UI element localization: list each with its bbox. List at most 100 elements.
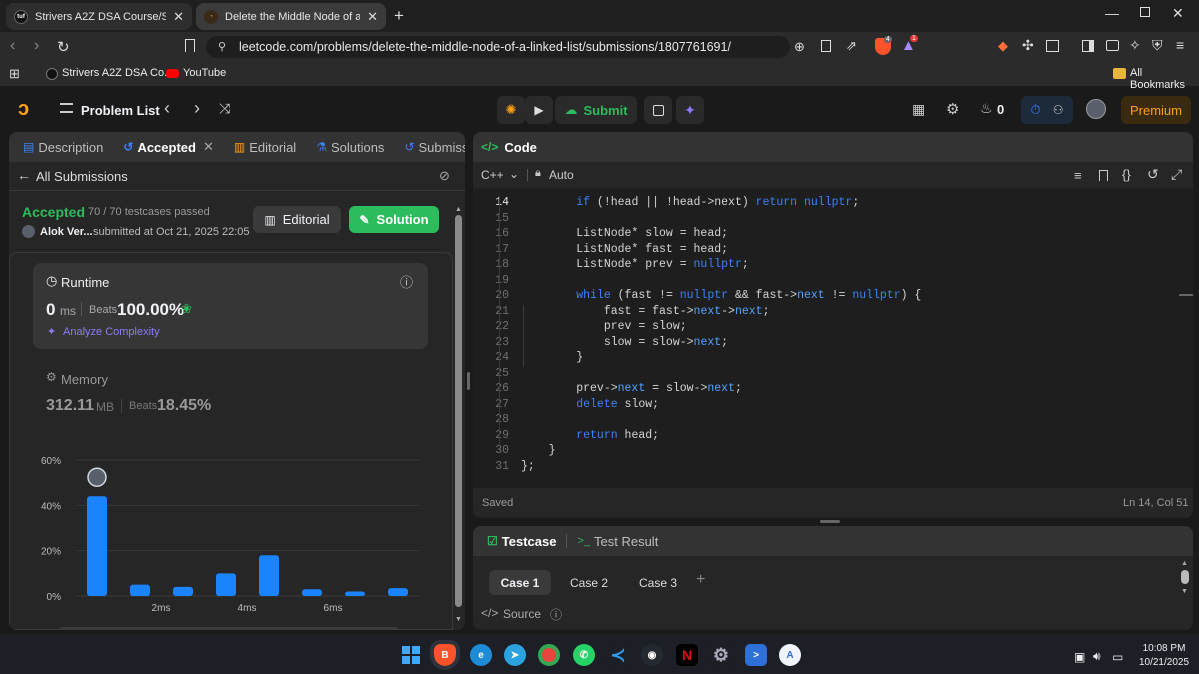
share-icon[interactable]: ⇗ — [846, 38, 857, 54]
info-icon[interactable]: ⓘ — [400, 272, 413, 291]
case-3-button[interactable]: Case 3 — [627, 570, 689, 595]
brave-taskbar-icon[interactable]: B — [430, 640, 460, 670]
settings-icon[interactable]: ⚙ — [946, 100, 959, 118]
volume-icon[interactable]: 🔊︎ — [1093, 649, 1101, 664]
case-1-button[interactable]: Case 1 — [489, 570, 551, 595]
sidebar-icon[interactable] — [1082, 40, 1094, 52]
ai-button[interactable]: ✦ — [676, 96, 704, 124]
tab-description[interactable]: ▤ Description — [19, 140, 107, 155]
close-tab-icon[interactable]: ✕ — [203, 139, 214, 155]
tab-submissions[interactable]: ↺Submissions — [400, 140, 465, 155]
layout-icon[interactable]: ▦ — [912, 101, 925, 118]
problem-list-link[interactable]: Problem List — [81, 103, 160, 118]
code-editor[interactable]: ▔▔▔▔▔▔ ▔▔▔▔▔▔▔▔▔▔▔▔▔▔▔ 14 15 16 17 18 19 20 21 2… — [473, 188, 1193, 488]
telegram-taskbar-icon[interactable]: ➤ — [504, 644, 526, 666]
url-field[interactable]: ⚲ leetcode.com/problems/delete-the-middl… — [206, 36, 790, 58]
apps-grid-icon[interactable]: ⊞ — [9, 66, 20, 82]
scrollbar[interactable]: ▲ ▼ — [455, 206, 462, 626]
back-icon[interactable]: ‹ — [10, 37, 15, 55]
debug-button[interactable]: ✺ — [497, 96, 525, 124]
scroll-up-icon[interactable]: ▲ — [455, 206, 462, 213]
prev-problem-icon[interactable]: ‹ — [164, 98, 170, 119]
avatar[interactable] — [1086, 99, 1106, 119]
tab-accepted[interactable]: ↺ Accepted ✕ — [119, 139, 218, 155]
whatsapp-taskbar-icon[interactable]: ✆ — [573, 644, 595, 666]
browser-tab-leetcode[interactable]: ◔ Delete the Middle Node of a Lin ✕ — [196, 3, 386, 30]
forward-icon[interactable]: › — [34, 37, 39, 55]
scrollbar-thumb[interactable] — [1181, 570, 1189, 584]
tab-editorial[interactable]: ▥ Editorial — [230, 140, 300, 155]
add-friend-icon[interactable]: ⚇ — [1053, 103, 1064, 117]
analyze-complexity-link[interactable]: Analyze Complexity — [63, 326, 160, 338]
runtime-card[interactable]: ◷ Runtime ⓘ 0 ms Beats 100.00% ❀ ✦ Analy… — [33, 263, 428, 349]
back-arrow-icon[interactable]: ← — [17, 167, 31, 183]
settings-taskbar-icon[interactable]: ⚙ — [710, 644, 732, 666]
leetcode-logo-icon[interactable]: ↄ — [18, 98, 29, 121]
wallet-icon[interactable] — [1106, 40, 1119, 51]
tab-solutions[interactable]: ⚗ Solutions — [312, 140, 388, 155]
next-problem-icon[interactable]: › — [194, 98, 200, 119]
scrollbar[interactable]: ▲ ▼ — [1181, 560, 1189, 630]
network-icon[interactable]: ▣ — [1074, 650, 1085, 664]
app-taskbar-icon[interactable]: A — [779, 644, 801, 666]
edge-taskbar-icon[interactable]: e — [470, 644, 492, 666]
extension-fox-icon[interactable]: ◆ — [998, 38, 1008, 54]
new-tab-icon[interactable]: + — [394, 6, 404, 26]
panel-resize-handle[interactable] — [820, 520, 840, 523]
site-info-icon[interactable]: ⚲ — [218, 40, 226, 53]
scrollbar-thumb[interactable] — [455, 215, 462, 607]
solution-button[interactable]: ✎ Solution — [349, 206, 439, 233]
all-submissions-link[interactable]: All Submissions — [36, 169, 128, 184]
chevron-down-icon[interactable]: ⌄ — [509, 167, 519, 181]
chrome-taskbar-icon[interactable] — [538, 644, 560, 666]
tab-testcase[interactable]: ☑ Testcase — [483, 534, 560, 549]
tab-test-result[interactable]: >_ Test Result — [573, 534, 662, 549]
username[interactable]: Alok Ver... — [40, 226, 93, 238]
clock-time[interactable]: 10:08 PM — [1138, 643, 1190, 654]
leo-ai-icon[interactable]: ✧ — [1129, 37, 1141, 54]
minimize-icon[interactable]: — — [1105, 5, 1119, 21]
premium-button[interactable]: Premium — [1121, 96, 1191, 124]
extensions-icon[interactable]: ✣ — [1022, 37, 1034, 54]
vscode-taskbar-icon[interactable]: ≺ — [607, 644, 629, 666]
bookmark-icon[interactable] — [1099, 170, 1108, 181]
battery-icon[interactable]: ▭ — [1112, 650, 1123, 664]
reset-icon[interactable]: ↺ — [1147, 166, 1159, 183]
scroll-down-icon[interactable]: ▼ — [1181, 588, 1188, 595]
bookmark-strivers[interactable]: Strivers A2Z DSA Co... — [62, 67, 173, 79]
language-select[interactable]: C++ — [481, 168, 504, 182]
braces-icon[interactable]: {} — [1122, 167, 1131, 182]
streak-flame-icon[interactable]: ♨ — [980, 100, 993, 117]
close-tab-icon[interactable]: ✕ — [173, 9, 184, 25]
zoom-icon[interactable]: ⊕ — [794, 39, 805, 55]
close-window-icon[interactable]: ✕ — [1172, 5, 1184, 22]
netflix-taskbar-icon[interactable]: N — [676, 644, 698, 666]
start-button[interactable] — [400, 644, 422, 666]
github-taskbar-icon[interactable]: ◉ — [641, 644, 663, 666]
timer-icon[interactable]: ⏱ — [1031, 102, 1041, 118]
expand-icon[interactable]: ⤢ — [1171, 166, 1182, 183]
run-button[interactable]: ▶ — [525, 96, 553, 124]
vpn-icon[interactable]: ⛨ — [1152, 37, 1163, 54]
source-label[interactable]: Source — [503, 607, 541, 621]
submit-button[interactable]: ☁ Submit — [555, 96, 637, 124]
terminal-taskbar-icon[interactable]: > — [745, 644, 767, 666]
help-icon[interactable]: ⓘ — [550, 606, 562, 623]
case-2-button[interactable]: Case 2 — [558, 570, 620, 595]
notes-button[interactable] — [644, 96, 672, 124]
maximize-icon[interactable] — [1140, 7, 1150, 17]
bookmark-page-icon[interactable] — [185, 39, 195, 52]
panel-resize-handle[interactable] — [467, 372, 470, 390]
menu-icon[interactable]: ≡ — [1176, 37, 1184, 53]
scroll-down-icon[interactable]: ▼ — [455, 616, 462, 623]
scroll-up-icon[interactable]: ▲ — [1181, 560, 1188, 567]
reader-mode-icon[interactable] — [821, 40, 831, 52]
browser-tab-strivers[interactable]: tuf Strivers A2Z DSA Course/Sheet - ✕ — [6, 3, 192, 30]
extension-box-icon[interactable] — [1046, 40, 1059, 52]
editorial-button[interactable]: ▥ Editorial — [253, 206, 341, 233]
close-tab-icon[interactable]: ✕ — [367, 9, 378, 25]
reload-icon[interactable]: ↻ — [57, 38, 70, 56]
bookmark-youtube[interactable]: YouTube — [183, 67, 226, 79]
memory-card[interactable]: ⚙ Memory 312.11 MB Beats 18.45% — [33, 365, 428, 421]
format-icon[interactable]: ≡ — [1074, 168, 1082, 183]
